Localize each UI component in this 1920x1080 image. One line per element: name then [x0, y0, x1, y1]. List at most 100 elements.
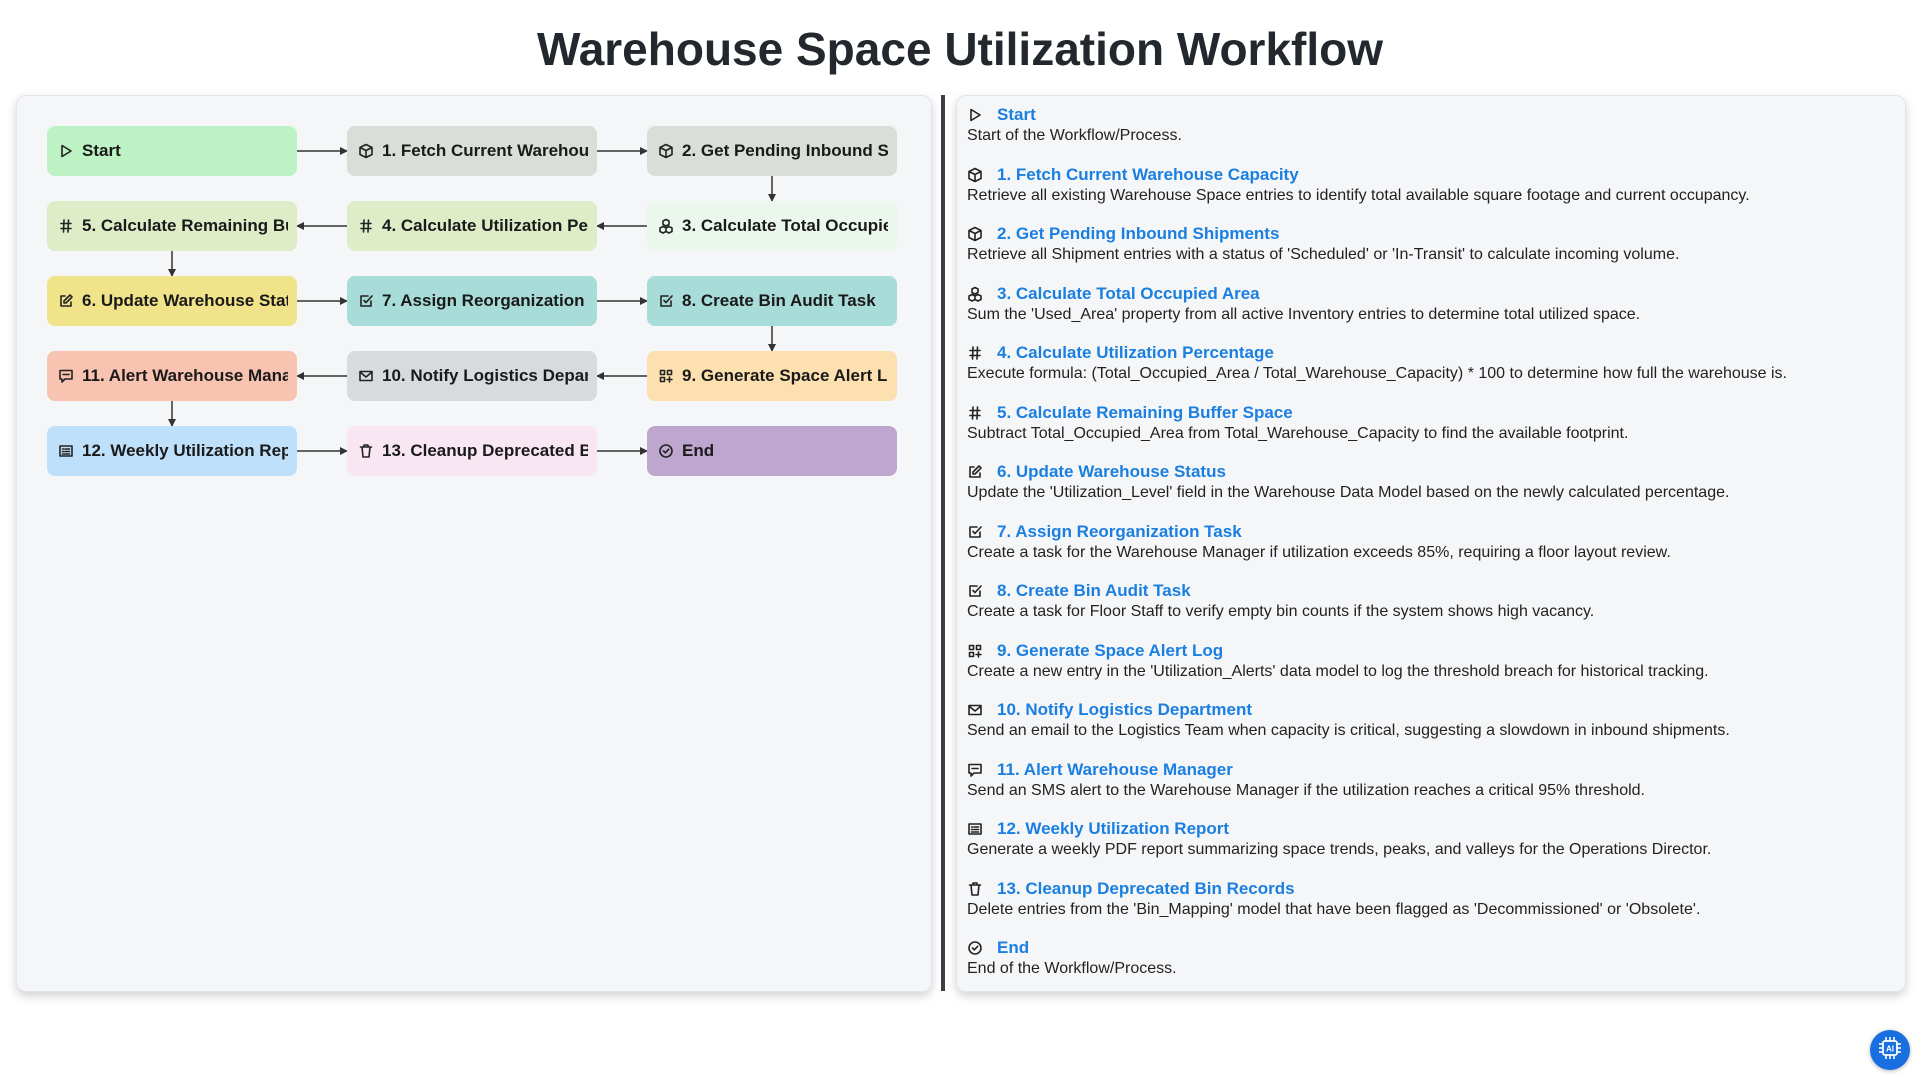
flow-node-label: 7. Assign Reorganization Task	[382, 291, 588, 310]
checkbox-icon	[358, 292, 376, 310]
step-description: Create a task for the Warehouse Manager …	[967, 543, 1671, 561]
flow-node-s12[interactable]: 12. Weekly Utilization Report	[47, 426, 297, 476]
flow-node-label: 5. Calculate Remaining Buffer Space	[82, 216, 288, 235]
step-description: Update the 'Utilization_Level' field in …	[967, 484, 1730, 501]
step-item: 2. Get Pending Inbound Shipments Retrieve…	[967, 224, 1887, 284]
sms-icon	[58, 367, 76, 385]
step-title-link[interactable]: 6. Update Warehouse Status	[997, 462, 1226, 482]
step-item: 3. Calculate Total Occupied Area Sum the …	[967, 284, 1887, 344]
flow-node-label: 9. Generate Space Alert Log	[682, 366, 888, 385]
sms-icon	[967, 761, 985, 779]
play-icon	[967, 106, 985, 124]
step-title-link[interactable]: Start	[997, 105, 1036, 125]
panel-divider[interactable]	[941, 95, 945, 991]
flow-node-s5[interactable]: 5. Calculate Remaining Buffer Space	[47, 201, 297, 251]
svg-text:AI: AI	[1886, 1044, 1894, 1053]
step-title-link[interactable]: 11. Alert Warehouse Manager	[997, 760, 1233, 780]
grid-plus-icon	[658, 367, 676, 385]
checkbox-icon	[967, 582, 985, 600]
step-title-link[interactable]: 10. Notify Logistics Department	[997, 700, 1252, 720]
step-title-link[interactable]: 3. Calculate Total Occupied Area	[997, 284, 1260, 304]
play-icon	[58, 142, 76, 160]
step-description: End of the Workflow/Process.	[967, 960, 1177, 977]
step-title-link[interactable]: End	[997, 938, 1029, 958]
flow-node-s9[interactable]: 9. Generate Space Alert Log	[647, 351, 897, 401]
flow-node-s7[interactable]: 7. Assign Reorganization Task	[347, 276, 597, 326]
report-icon	[58, 442, 76, 460]
step-title-link[interactable]: 12. Weekly Utilization Report	[997, 819, 1229, 839]
step-description: Create a task for Floor Staff to verify …	[967, 603, 1595, 620]
flow-node-label: Start	[82, 141, 121, 160]
step-description: Start of the Workflow/Process.	[967, 127, 1182, 144]
flow-node-label: 13. Cleanup Deprecated Bin Records	[382, 441, 588, 460]
step-title-link[interactable]: 8. Create Bin Audit Task	[997, 581, 1191, 601]
step-description: Execute formula: (Total_Occupied_Area / …	[967, 365, 1787, 382]
flow-node-s13[interactable]: 13. Cleanup Deprecated Bin Records	[347, 426, 597, 476]
grid-plus-icon	[967, 642, 985, 660]
step-description: Create a new entry in the 'Utilization_A…	[967, 662, 1709, 680]
step-title-link[interactable]: 9. Generate Space Alert Log	[997, 641, 1223, 661]
ai-chip-icon: AI	[1877, 1035, 1903, 1066]
flow-node-label: End	[682, 441, 715, 460]
trash-icon	[358, 442, 376, 460]
step-title-link[interactable]: 4. Calculate Utilization Percentage	[997, 343, 1274, 363]
flow-node-label: 1. Fetch Current Warehouse Capacity	[382, 141, 588, 160]
flow-node-end[interactable]: End	[647, 426, 897, 476]
cube-icon	[967, 166, 985, 184]
step-description: Subtract Total_Occupied_Area from Total_…	[967, 424, 1629, 442]
flow-node-s6[interactable]: 6. Update Warehouse Status	[47, 276, 297, 326]
step-item: 7. Assign Reorganization Task Create a ta…	[967, 522, 1887, 582]
cube-icon	[358, 142, 376, 160]
flow-node-label: 4. Calculate Utilization Percentage	[382, 216, 588, 235]
hash-icon	[58, 217, 76, 235]
step-title-link[interactable]: 1. Fetch Current Warehouse Capacity	[997, 165, 1299, 185]
cube-icon	[967, 225, 985, 243]
step-item: 9. Generate Space Alert Log Create a new …	[967, 641, 1887, 701]
flow-node-label: 11. Alert Warehouse Manager	[82, 366, 288, 385]
edit-icon	[967, 463, 985, 481]
step-item: 5. Calculate Remaining Buffer Space Subtr…	[967, 403, 1887, 463]
step-description: Delete entries from the 'Bin_Mapping' mo…	[967, 900, 1701, 918]
ai-assistant-button[interactable]: AI	[1870, 1030, 1910, 1070]
cubes-icon	[967, 285, 985, 303]
checkbox-icon	[658, 292, 676, 310]
report-icon	[967, 820, 985, 838]
step-item: End End of the Workflow/Process.	[967, 938, 1887, 998]
flow-node-s4[interactable]: 4. Calculate Utilization Percentage	[347, 201, 597, 251]
flow-node-s2[interactable]: 2. Get Pending Inbound Shipments	[647, 126, 897, 176]
mail-icon	[358, 367, 376, 385]
step-item: Start Start of the Workflow/Process.	[967, 105, 1887, 165]
flow-node-start[interactable]: Start	[47, 126, 297, 176]
hash-icon	[967, 404, 985, 422]
step-item: 8. Create Bin Audit Task Create a task fo…	[967, 581, 1887, 641]
step-item: 13. Cleanup Deprecated Bin Records Delete…	[967, 879, 1887, 939]
step-title-link[interactable]: 7. Assign Reorganization Task	[997, 522, 1242, 542]
flow-node-s8[interactable]: 8. Create Bin Audit Task	[647, 276, 897, 326]
step-description: Retrieve all existing Warehouse Space en…	[967, 186, 1750, 204]
step-title-link[interactable]: 13. Cleanup Deprecated Bin Records	[997, 879, 1295, 899]
flow-node-s1[interactable]: 1. Fetch Current Warehouse Capacity	[347, 126, 597, 176]
step-title-link[interactable]: 5. Calculate Remaining Buffer Space	[997, 403, 1293, 423]
page-title: Warehouse Space Utilization Workflow	[536, 23, 1383, 75]
cube-icon	[658, 142, 676, 160]
flow-node-s10[interactable]: 10. Notify Logistics Department	[347, 351, 597, 401]
flow-node-label: 3. Calculate Total Occupied Area	[682, 216, 888, 235]
step-list: Start Start of the Workflow/Process. 1. Fe…	[967, 105, 1887, 998]
step-item: 6. Update Warehouse Status Update the 'Ut…	[967, 462, 1887, 522]
mail-icon	[967, 701, 985, 719]
step-item: 12. Weekly Utilization Report Generate a …	[967, 819, 1887, 879]
flow-node-label: 2. Get Pending Inbound Shipments	[682, 141, 888, 160]
step-item: 1. Fetch Current Warehouse Capacity Retri…	[967, 165, 1887, 225]
step-description: Send an SMS alert to the Warehouse Manag…	[967, 781, 1645, 799]
step-item: 4. Calculate Utilization Percentage Execu…	[967, 343, 1887, 403]
check-circle-icon	[658, 442, 676, 460]
flow-node-s3[interactable]: 3. Calculate Total Occupied Area	[647, 201, 897, 251]
step-description: Send an email to the Logistics Team when…	[967, 722, 1730, 739]
step-description: Retrieve all Shipment entries with a sta…	[967, 246, 1680, 263]
flow-node-s11[interactable]: 11. Alert Warehouse Manager	[47, 351, 297, 401]
step-title-link[interactable]: 2. Get Pending Inbound Shipments	[997, 224, 1279, 244]
flow-node-label: 8. Create Bin Audit Task	[682, 291, 876, 310]
step-description: Sum the 'Used_Area' property from all ac…	[967, 305, 1641, 323]
edit-icon	[58, 292, 76, 310]
check-circle-icon	[967, 939, 985, 957]
